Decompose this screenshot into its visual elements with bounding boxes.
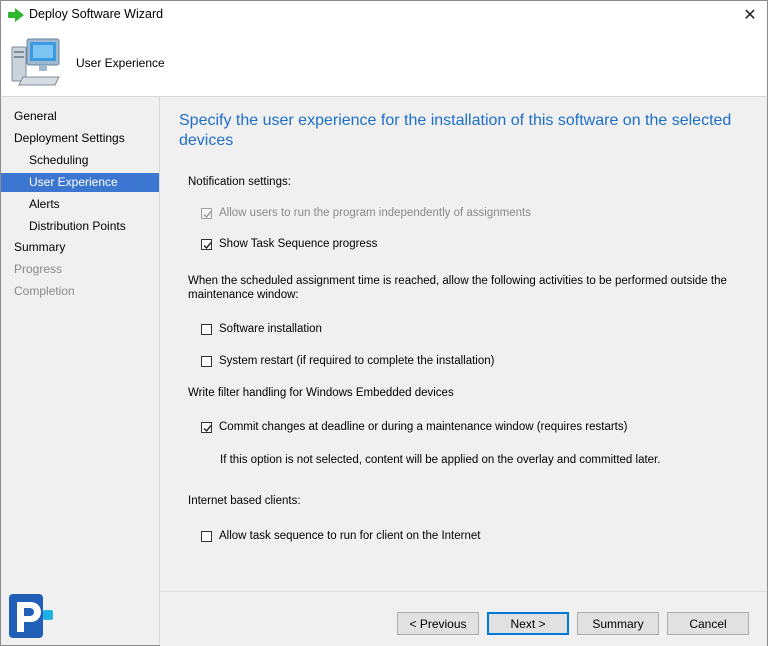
summary-button[interactable]: Summary [577,612,659,635]
checkbox-label: System restart (if required to complete … [219,355,495,367]
checkbox-label: Software installation [219,323,322,335]
nav-item-deployment-settings[interactable]: Deployment Settings [1,129,159,148]
nav-item-completion: Completion [14,284,75,298]
checkbox-label: Show Task Sequence progress [219,238,378,250]
checkbox-box [201,207,212,219]
wizard-window: Deploy Software Wizard ✕ User Experience… [0,0,768,646]
nav-item-general[interactable]: General [1,107,159,126]
wizard-nav: General Deployment Settings Scheduling U… [1,97,160,645]
checkmark-icon [203,424,212,432]
nav-item-distribution-points[interactable]: Distribution Points [1,217,159,236]
commit-note-text: If this option is not selected, content … [220,454,661,466]
wizard-footer: < Previous Next > Summary Cancel [160,591,767,646]
nav-item-summary[interactable]: Summary [1,238,159,257]
maintenance-window-label: When the scheduled assignment time is re… [188,275,727,301]
nav-item-alerts[interactable]: Alerts [1,195,159,214]
checkmark-icon [203,241,212,249]
checkbox-box[interactable] [201,355,212,367]
close-icon: ✕ [743,7,757,24]
green-arrow-icon [8,8,24,22]
content-panel: Specify the user experience for the inst… [160,97,767,591]
checkbox-box[interactable] [201,323,212,335]
page-heading: Specify the user experience for the inst… [179,112,732,149]
internet-clients-label: Internet based clients: [188,495,301,507]
next-button[interactable]: Next > [487,612,569,635]
commit-changes-checkbox[interactable]: Commit changes at deadline or during a m… [201,421,627,433]
title-bar: Deploy Software Wizard ✕ [1,1,767,29]
allow-independent-checkbox: Allow users to run the program independe… [201,207,531,219]
computer-icon [11,38,60,86]
nav-item-scheduling[interactable]: Scheduling [1,151,159,170]
banner-title: User Experience [76,56,165,70]
nav-item-progress: Progress [14,262,63,276]
nav-item-user-experience[interactable]: User Experience [1,173,159,192]
cancel-button[interactable]: Cancel [667,612,749,635]
write-filter-label: Write filter handling for Windows Embedd… [188,387,454,399]
software-installation-checkbox[interactable]: Software installation [201,323,322,335]
window-title: Deploy Software Wizard [29,7,164,21]
checkbox-box[interactable] [201,530,212,542]
close-button[interactable]: ✕ [733,1,767,29]
allow-internet-checkbox[interactable]: Allow task sequence to run for client on… [201,530,480,542]
previous-button[interactable]: < Previous [397,612,479,635]
checkmark-icon [203,210,212,218]
system-restart-checkbox[interactable]: System restart (if required to complete … [201,355,494,367]
checkbox-box[interactable] [201,421,212,433]
checkbox-box[interactable] [201,238,212,250]
show-task-sequence-progress-checkbox[interactable]: Show Task Sequence progress [201,238,377,250]
brand-logo-icon [9,594,53,638]
wizard-banner: User Experience [1,29,767,97]
checkbox-label: Allow task sequence to run for client on… [219,530,481,542]
checkbox-label: Allow users to run the program independe… [219,207,531,219]
notification-settings-label: Notification settings: [188,176,291,188]
checkbox-label: Commit changes at deadline or during a m… [219,421,628,433]
